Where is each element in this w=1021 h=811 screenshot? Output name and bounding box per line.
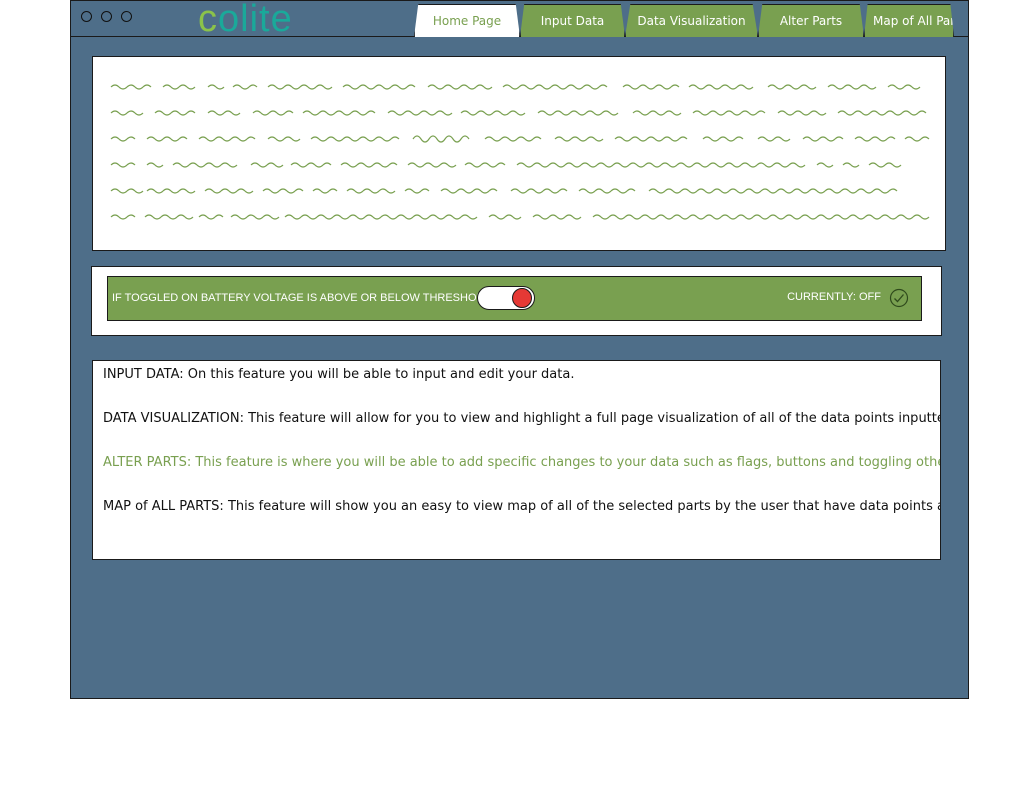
battery-toggle-panel: IF TOGGLED ON BATTERY VOLTAGE IS ABOVE O… <box>91 266 942 336</box>
tab-data-visualization[interactable]: Data Visualization <box>625 4 758 37</box>
title-bar: colite Home Page Input Data Data Visuali… <box>71 0 968 40</box>
toggle-status-text: CURRENTLY: OFF <box>787 291 881 303</box>
toggle-knob <box>512 288 532 308</box>
tab-map-of-all-parts[interactable]: Map of All Parts <box>864 4 954 37</box>
app-window: colite Home Page Input Data Data Visuali… <box>70 0 969 699</box>
placeholder-text-panel <box>92 56 946 251</box>
scribble-text-block <box>110 84 930 220</box>
battery-toggle-label: IF TOGGLED ON BATTERY VOLTAGE IS ABOVE O… <box>112 292 500 304</box>
battery-threshold-toggle[interactable] <box>477 286 535 310</box>
feature-descriptions-panel: INPUT DATA: On this feature you will be … <box>92 360 941 560</box>
feature-data-visualization: DATA VISUALIZATION: This feature will al… <box>103 411 941 426</box>
feature-alter-parts: ALTER PARTS: This feature is where you w… <box>103 455 941 470</box>
tab-home-page[interactable]: Home Page <box>414 4 520 37</box>
feature-input-data: INPUT DATA: On this feature you will be … <box>103 367 575 382</box>
window-control-maximize[interactable] <box>121 11 132 22</box>
app-logo: colite <box>198 0 293 40</box>
window-control-close[interactable] <box>81 11 92 22</box>
check-circle-icon <box>889 288 909 308</box>
tab-input-data[interactable]: Input Data <box>520 4 625 37</box>
feature-map-of-all-parts: MAP of ALL PARTS: This feature will show… <box>103 499 941 514</box>
window-control-minimize[interactable] <box>101 11 112 22</box>
tab-alter-parts[interactable]: Alter Parts <box>758 4 864 37</box>
battery-toggle-bar: IF TOGGLED ON BATTERY VOLTAGE IS ABOVE O… <box>107 276 922 321</box>
